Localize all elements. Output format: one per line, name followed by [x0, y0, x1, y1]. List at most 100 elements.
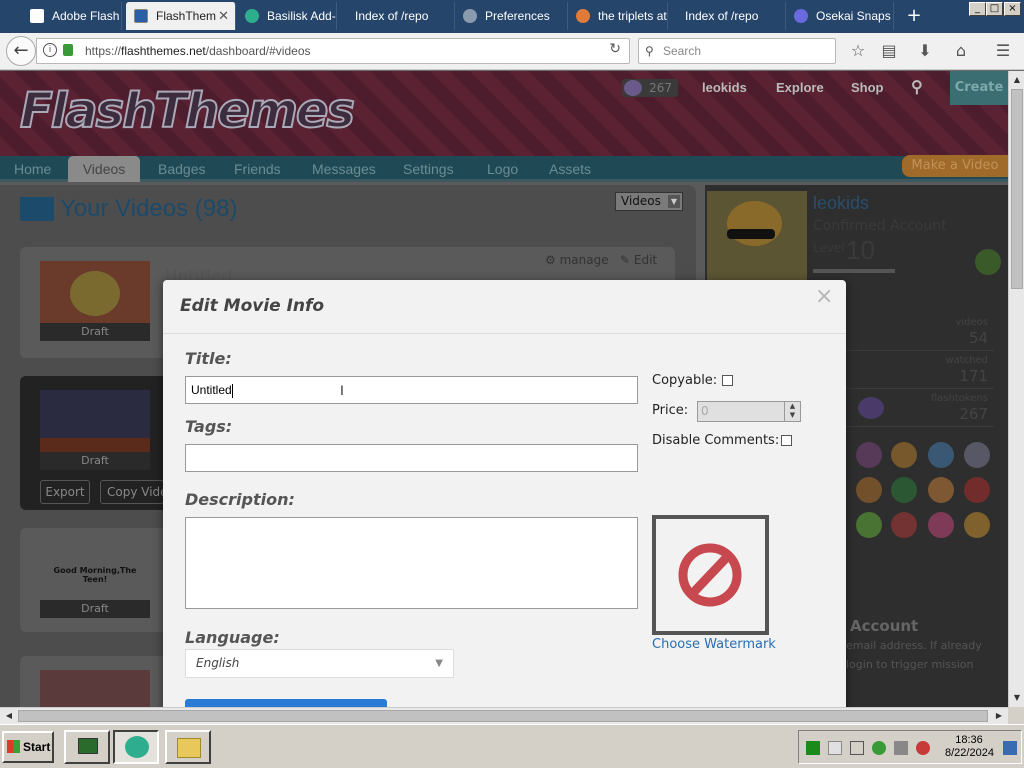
video-filter-select[interactable]: Videos ▼ [615, 192, 683, 211]
reading-list-icon[interactable]: ▤ [878, 40, 900, 62]
video-thumbnail[interactable]: Draft [40, 261, 150, 341]
nav-logo[interactable]: Logo [477, 156, 528, 182]
tray-network-icon[interactable] [894, 741, 908, 755]
nav-videos[interactable]: Videos [68, 156, 140, 182]
scroll-right-icon[interactable]: ▶ [992, 709, 1006, 723]
stepper-arrows-icon[interactable]: ▲ ▼ [784, 402, 800, 421]
coin-badge[interactable]: 267 [622, 79, 678, 97]
video-thumbnail[interactable]: Good Morning,The Teen! Draft [40, 538, 150, 618]
tab-adobe-flash[interactable]: Adobe Flash P [22, 2, 122, 30]
shop-link[interactable]: Shop [851, 71, 884, 105]
badge-icon[interactable] [964, 442, 990, 468]
description-textarea[interactable] [185, 517, 638, 609]
new-tab-button[interactable]: + [900, 2, 928, 30]
tab-basilisk-addons[interactable]: Basilisk Add-o [237, 2, 337, 30]
tab-index-repo[interactable]: Index of /repo [337, 2, 455, 30]
search-bar[interactable]: ⚲ Search [638, 38, 836, 64]
profile-username[interactable]: leokids [813, 193, 869, 214]
badge-icon[interactable] [891, 512, 917, 538]
make-video-button[interactable]: Make a Video [902, 155, 1008, 177]
back-button[interactable]: ← [6, 36, 36, 66]
nav-badges[interactable]: Badges [148, 156, 215, 182]
edit-button[interactable]: ✎ Edit [620, 253, 657, 267]
choose-watermark-link[interactable]: Choose Watermark [652, 637, 776, 652]
horizontal-scrollbar[interactable]: ◀ ▶ [0, 707, 1008, 724]
video-thumbnail[interactable] [40, 670, 150, 707]
minimize-button[interactable]: _ [969, 2, 986, 16]
badge-icon[interactable] [928, 512, 954, 538]
create-button[interactable]: Create [950, 71, 1008, 105]
tray-shield-icon[interactable] [872, 741, 886, 755]
save-button[interactable] [185, 699, 387, 707]
badge-icon[interactable] [928, 477, 954, 503]
maximize-button[interactable]: □ [986, 2, 1003, 16]
scroll-up-icon[interactable]: ▲ [1010, 73, 1024, 87]
badge-icon[interactable] [891, 477, 917, 503]
price-stepper[interactable]: 0 ▲ ▼ [697, 401, 801, 422]
badge-icon[interactable] [856, 442, 882, 468]
tray-green-icon[interactable] [806, 741, 820, 755]
disable-comments-checkbox[interactable] [781, 435, 792, 446]
bookmark-star-icon[interactable]: ☆ [847, 40, 869, 62]
start-button[interactable]: Start [2, 731, 54, 763]
manage-button[interactable]: ⚙ manage [545, 253, 609, 267]
folder-icon [177, 738, 201, 758]
info-icon[interactable]: i [43, 43, 57, 57]
tab-preferences[interactable]: Preferences [455, 2, 568, 30]
show-desktop-icon[interactable] [1003, 741, 1017, 755]
tags-input[interactable] [185, 444, 638, 472]
tab-triplets[interactable]: the triplets at [568, 2, 668, 30]
nav-friends[interactable]: Friends [224, 156, 291, 182]
badge-icon[interactable] [891, 442, 917, 468]
nav-settings[interactable]: Settings [393, 156, 464, 182]
close-icon[interactable]: × [815, 284, 833, 309]
taskbar-app-monitor[interactable] [64, 730, 110, 764]
export-button[interactable]: Export [40, 480, 90, 504]
horizontal-scrollbar-thumb[interactable] [18, 710, 988, 722]
close-window-button[interactable]: × [1004, 2, 1021, 16]
scroll-left-icon[interactable]: ◀ [2, 709, 16, 723]
user-link[interactable]: leokids [702, 71, 747, 105]
watermark-preview[interactable] [652, 515, 769, 635]
menu-icon[interactable]: ☰ [992, 40, 1014, 62]
reload-icon[interactable]: ↻ [609, 41, 621, 57]
copyable-checkbox[interactable] [722, 375, 733, 386]
tab-index-repo-2[interactable]: Index of /repo [668, 2, 786, 30]
tab-osekai[interactable]: Osekai Snaps [786, 2, 894, 30]
badge-icon[interactable] [964, 477, 990, 503]
language-label: Language: [185, 628, 280, 647]
dialog-title: Edit Movie Info [180, 296, 325, 316]
nav-assets[interactable]: Assets [539, 156, 601, 182]
close-tab-icon[interactable]: ✕ [218, 2, 229, 30]
taskbar-app-explorer[interactable] [165, 730, 211, 764]
url-bar[interactable]: i https://flashthemes.net/dashboard/#vid… [36, 38, 630, 64]
vertical-scrollbar[interactable]: ▲ ▼ [1008, 71, 1024, 707]
tray-document-icon[interactable] [828, 741, 842, 755]
explore-link[interactable]: Explore [776, 71, 824, 105]
clock[interactable]: 18:36 8/22/2024 [945, 734, 994, 760]
nav-messages[interactable]: Messages [302, 156, 386, 182]
avatar[interactable] [707, 191, 807, 281]
title-input[interactable]: Untitled I [185, 376, 638, 404]
badge-icon[interactable] [856, 477, 882, 503]
badge-icon[interactable] [856, 512, 882, 538]
video-thumbnail[interactable]: Draft [40, 390, 150, 470]
flashthemes-logo[interactable]: FlashThemes [19, 82, 356, 140]
tray-flag-icon[interactable] [850, 741, 864, 755]
search-icon[interactable]: ⚲ [911, 71, 923, 105]
tab-flashthemes[interactable]: FlashThem ✕ [126, 2, 236, 30]
vertical-scrollbar-thumb[interactable] [1011, 89, 1023, 289]
draft-tag: Draft [40, 323, 150, 341]
language-select[interactable]: English ▼ [185, 649, 454, 678]
copy-video-button[interactable]: Copy Vide [100, 480, 164, 504]
nav-home[interactable]: Home [4, 156, 61, 182]
home-icon[interactable]: ⌂ [950, 40, 972, 62]
tray-volume-icon[interactable] [916, 741, 930, 755]
badge-icon[interactable] [964, 512, 990, 538]
badge-icon[interactable] [928, 442, 954, 468]
stat-value: 267 [959, 405, 988, 423]
disable-comments-label: Disable Comments: [652, 433, 780, 448]
download-icon[interactable]: ⬇ [914, 40, 936, 62]
scroll-down-icon[interactable]: ▼ [1010, 691, 1024, 705]
taskbar-app-basilisk[interactable] [113, 730, 159, 764]
